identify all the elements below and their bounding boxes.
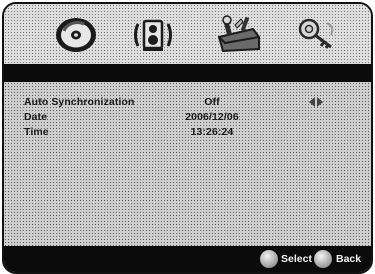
key-icon[interactable]	[289, 12, 345, 56]
osd-menu-screen: Auto Synchronization Off Date 2006/12/06…	[2, 2, 373, 274]
setting-label: Auto Synchronization	[24, 96, 135, 108]
setting-row-time[interactable]: Time 13:26:24	[24, 126, 354, 140]
settings-list: Auto Synchronization Off Date 2006/12/06…	[24, 96, 354, 141]
setting-row-date[interactable]: Date 2006/12/06	[24, 111, 354, 125]
setting-value[interactable]: Off	[174, 96, 250, 108]
toolbox-icon[interactable]	[211, 12, 267, 56]
header-divider	[4, 64, 371, 82]
menu-icon-bar	[4, 4, 371, 64]
footer-hint-bar: Select Back	[4, 246, 371, 272]
back-hint-label: Back	[336, 253, 362, 265]
select-button-icon	[260, 250, 278, 268]
setting-row-auto-sync[interactable]: Auto Synchronization Off	[24, 96, 354, 110]
setting-label: Date	[24, 111, 48, 123]
setting-label: Time	[24, 126, 49, 138]
setting-value[interactable]: 2006/12/06	[174, 111, 250, 123]
select-hint-label: Select	[281, 253, 312, 265]
speaker-icon[interactable]	[125, 12, 181, 56]
disc-icon[interactable]	[48, 12, 104, 56]
left-right-arrows-icon[interactable]	[309, 97, 323, 107]
back-button-icon	[314, 250, 332, 268]
setting-value[interactable]: 13:26:24	[174, 126, 250, 138]
